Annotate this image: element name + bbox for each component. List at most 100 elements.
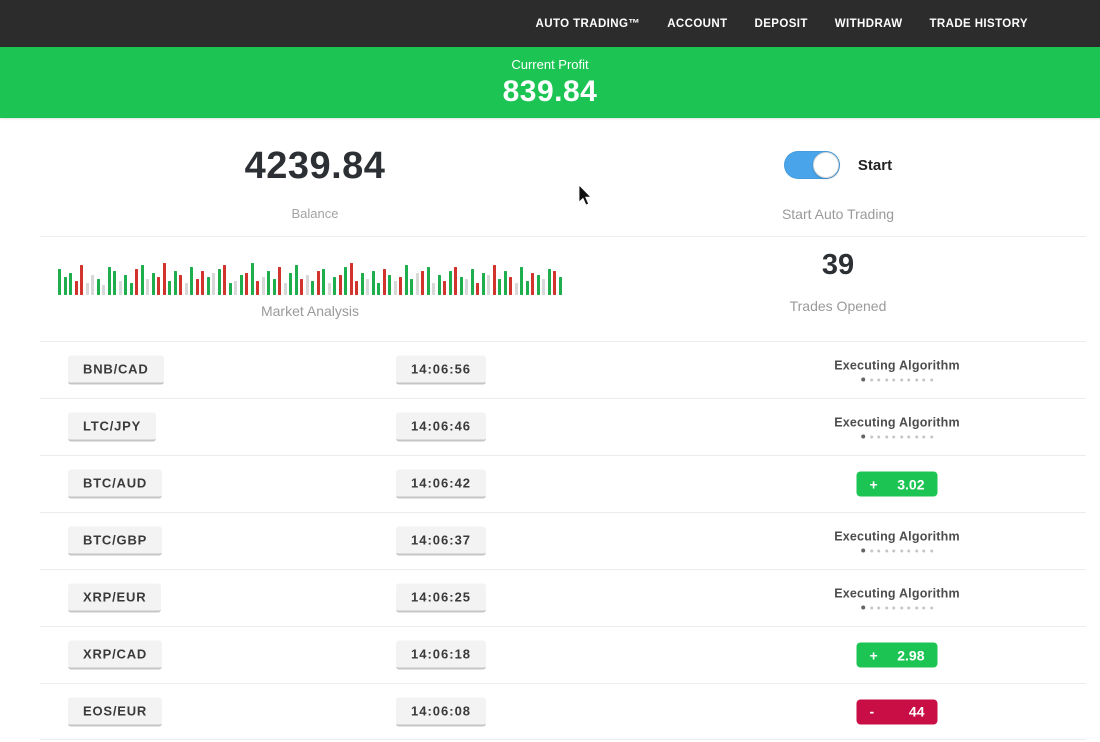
market-bar bbox=[141, 265, 144, 295]
pair-chip[interactable]: BTC/GBP bbox=[68, 527, 162, 556]
market-bar bbox=[135, 269, 138, 295]
trade-row: LTC/JPY14:06:46Executing Algorithm bbox=[40, 398, 1086, 455]
market-bar bbox=[421, 271, 424, 295]
pair-chip[interactable]: BNB/CAD bbox=[68, 356, 164, 385]
balance-block: 4239.84 Balance bbox=[115, 145, 515, 221]
progress-dot bbox=[900, 549, 903, 552]
progress-dot bbox=[907, 378, 910, 381]
market-section: Market Analysis 39 Trades Opened bbox=[40, 237, 1086, 341]
market-bar bbox=[262, 277, 265, 295]
market-bar bbox=[245, 273, 248, 295]
market-analysis-label: Market Analysis bbox=[55, 303, 565, 319]
market-bar bbox=[97, 279, 100, 295]
badge-value: 2.98 bbox=[897, 647, 924, 663]
market-bar bbox=[311, 281, 314, 295]
market-bar bbox=[174, 271, 177, 295]
market-bar bbox=[482, 273, 485, 295]
progress-dot bbox=[900, 435, 903, 438]
market-bar bbox=[113, 271, 116, 295]
market-bar bbox=[102, 285, 105, 295]
pair-chip[interactable]: XRP/EUR bbox=[68, 584, 161, 613]
auto-trading-app: AUTO TRADING™ ACCOUNT DEPOSIT WITHDRAW TRADE… bbox=[0, 0, 1100, 742]
market-bar bbox=[256, 281, 259, 295]
pair-chip[interactable]: EOS/EUR bbox=[68, 697, 162, 726]
market-bar bbox=[185, 283, 188, 295]
progress-dot bbox=[877, 378, 880, 381]
progress-dot bbox=[930, 549, 933, 552]
loss-badge: -44 bbox=[857, 699, 938, 724]
progress-dot bbox=[907, 549, 910, 552]
progress-dot bbox=[885, 606, 888, 609]
time-chip: 14:06:42 bbox=[396, 470, 486, 499]
market-bar bbox=[146, 279, 149, 295]
market-bar bbox=[465, 279, 468, 295]
market-bar bbox=[273, 279, 276, 295]
progress-dot bbox=[892, 606, 895, 609]
badge-value: 44 bbox=[909, 704, 925, 720]
market-bar bbox=[509, 277, 512, 295]
market-bar bbox=[108, 267, 111, 295]
top-navbar: AUTO TRADING™ ACCOUNT DEPOSIT WITHDRAW TRADE… bbox=[0, 0, 1100, 47]
progress-dot bbox=[915, 378, 918, 381]
market-bar bbox=[438, 275, 441, 295]
executing-progress-dots bbox=[834, 378, 960, 382]
market-analysis-chart bbox=[55, 257, 565, 295]
market-bar bbox=[487, 275, 490, 295]
market-bar bbox=[520, 267, 523, 295]
progress-dot bbox=[915, 549, 918, 552]
progress-dot bbox=[870, 435, 873, 438]
executing-label: Executing Algorithm bbox=[834, 359, 960, 373]
trade-status: Executing Algorithm bbox=[834, 416, 960, 439]
market-bar bbox=[251, 263, 254, 295]
progress-dot bbox=[922, 549, 925, 552]
executing-progress-dots bbox=[834, 606, 960, 610]
progress-dot bbox=[861, 606, 865, 610]
market-bar bbox=[152, 273, 155, 295]
market-bar bbox=[339, 275, 342, 295]
market-bar bbox=[229, 283, 232, 295]
trade-row: BTC/GBP14:06:37Executing Algorithm bbox=[40, 512, 1086, 569]
pair-chip[interactable]: BTC/AUD bbox=[68, 470, 162, 499]
progress-dot bbox=[892, 549, 895, 552]
nav-item-auto-trading[interactable]: AUTO TRADING™ bbox=[536, 18, 641, 30]
market-bar bbox=[366, 279, 369, 295]
pair-chip[interactable]: LTC/JPY bbox=[68, 413, 156, 442]
market-bar bbox=[322, 269, 325, 295]
progress-dot bbox=[892, 435, 895, 438]
market-bar bbox=[289, 273, 292, 295]
time-chip: 14:06:18 bbox=[396, 641, 486, 670]
nav-item-withdraw[interactable]: WITHDRAW bbox=[835, 18, 903, 30]
market-bar bbox=[64, 277, 67, 295]
market-bar bbox=[267, 271, 270, 295]
progress-dot bbox=[915, 606, 918, 609]
market-bar bbox=[355, 281, 358, 295]
trades-opened-label: Trades Opened bbox=[728, 298, 948, 314]
market-bar bbox=[449, 271, 452, 295]
nav-item-trade-history[interactable]: TRADE HISTORY bbox=[930, 18, 1029, 30]
auto-trading-block: Start Start Auto Trading bbox=[728, 151, 948, 222]
balance-value: 4239.84 bbox=[115, 145, 515, 188]
market-bar bbox=[553, 271, 556, 295]
progress-dot bbox=[930, 378, 933, 381]
market-bar bbox=[559, 277, 562, 295]
market-bar bbox=[58, 269, 61, 295]
executing-progress-dots bbox=[834, 549, 960, 553]
market-bar bbox=[201, 271, 204, 295]
market-bar bbox=[91, 275, 94, 295]
market-bar bbox=[542, 279, 545, 295]
progress-dot bbox=[885, 435, 888, 438]
market-bar bbox=[190, 267, 193, 295]
market-bar bbox=[388, 275, 391, 295]
progress-dot bbox=[885, 549, 888, 552]
trade-status: +3.02 bbox=[857, 472, 938, 497]
current-profit-banner: Current Profit 839.84 bbox=[0, 47, 1100, 118]
badge-sign: + bbox=[870, 647, 878, 663]
progress-dot bbox=[922, 435, 925, 438]
market-bar bbox=[443, 281, 446, 295]
nav-item-account[interactable]: ACCOUNT bbox=[667, 18, 727, 30]
market-bar bbox=[234, 281, 237, 295]
nav-item-deposit[interactable]: DEPOSIT bbox=[755, 18, 808, 30]
market-bar bbox=[119, 281, 122, 295]
pair-chip[interactable]: XRP/CAD bbox=[68, 641, 162, 670]
auto-trading-toggle[interactable] bbox=[784, 151, 840, 179]
